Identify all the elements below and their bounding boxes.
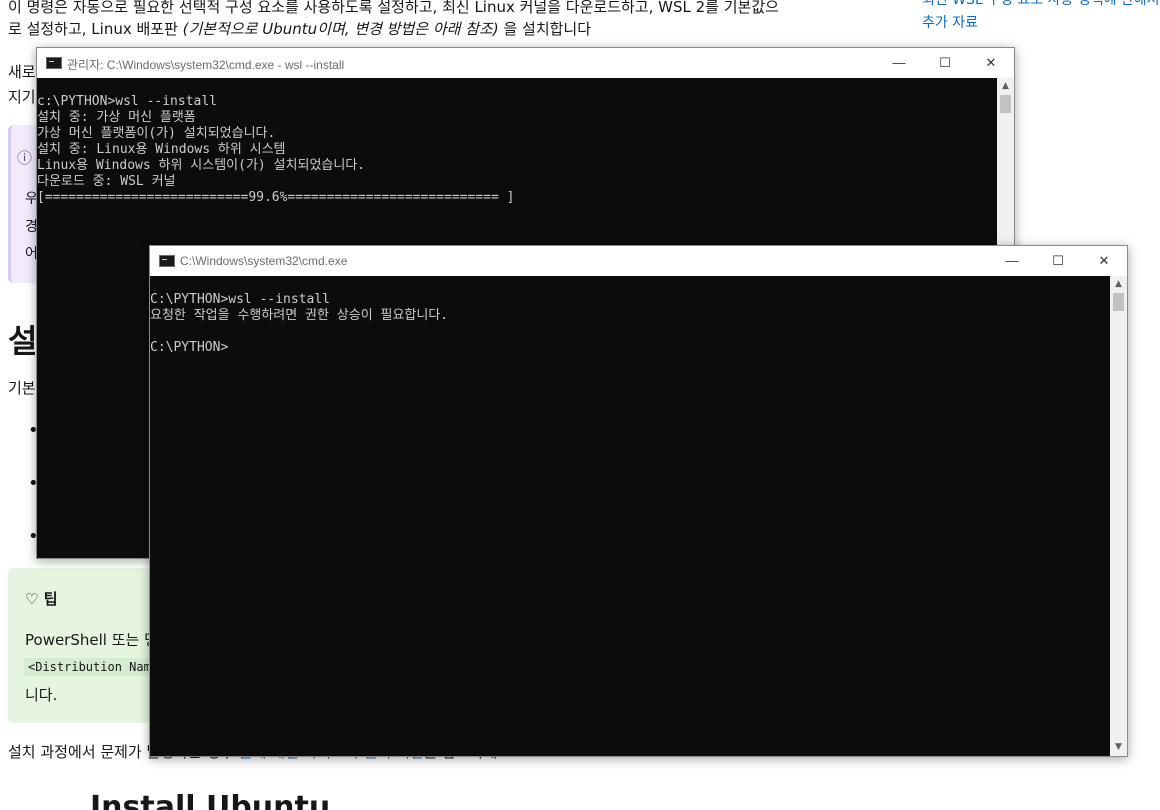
lightbulb-icon: ♡ bbox=[25, 590, 39, 608]
scroll-up-arrow-icon[interactable]: ▲ bbox=[1110, 276, 1127, 293]
doc-text-segment: 을 설치합니다 bbox=[498, 20, 592, 38]
console-prompt: C:\PYTHON> bbox=[150, 340, 229, 355]
console-line: c:\PYTHON>wsl --install bbox=[37, 94, 218, 109]
tip-title-label: 팁 bbox=[43, 590, 58, 608]
window-title: 관리자: C:\Windows\system32\cmd.exe - wsl -… bbox=[67, 58, 345, 72]
doc-paragraph-line-1: 이 명령은 자동으로 필요한 선택적 구성 요소를 사용하도록 설정하고, 최신… bbox=[8, 0, 779, 16]
maximize-button[interactable]: ☐ bbox=[922, 48, 968, 78]
window-title: C:\Windows\system32\cmd.exe bbox=[180, 254, 348, 268]
close-button[interactable]: ✕ bbox=[1081, 246, 1127, 276]
maximize-button[interactable]: ☐ bbox=[1035, 246, 1081, 276]
console-line: 다운로드 중: WSL 커널 bbox=[37, 174, 176, 189]
section-heading-install-ubuntu: Install Ubuntu bbox=[90, 790, 331, 810]
console-line: Linux용 Windows 하위 시스템이(가) 설치되었습니다. bbox=[37, 158, 366, 173]
tip-text-line: 니다. bbox=[25, 686, 58, 704]
doc-paragraph-fragment: 새로 bbox=[8, 63, 36, 81]
tip-inline-code: <Distribution Nam bbox=[24, 658, 155, 676]
window-title-bar[interactable]: C:\Windows\system32\cmd.exe — ☐ ✕ bbox=[150, 246, 1127, 276]
info-circle-icon: ⓘ bbox=[17, 149, 33, 167]
section-heading-fragment: 설 bbox=[8, 322, 38, 360]
doc-paragraph-fragment: 기본 bbox=[8, 379, 36, 397]
side-nav-link-resources[interactable]: 추가 자료 bbox=[922, 12, 978, 32]
tip-title: ♡ 팁 bbox=[25, 588, 58, 609]
window-title-bar[interactable]: 관리자: C:\Windows\system32\cmd.exe - wsl -… bbox=[37, 48, 1014, 78]
side-nav-link-policy[interactable]: 최신 WSL 구성 요소 사용 정책에 관해서 bbox=[922, 0, 1160, 9]
cmd-app-icon bbox=[46, 57, 62, 69]
console-line: 설치 중: 가상 머신 플랫폼 bbox=[37, 110, 196, 125]
minimize-button[interactable]: — bbox=[876, 48, 922, 78]
scroll-down-arrow-icon[interactable]: ▼ bbox=[1110, 739, 1127, 756]
doc-paragraph-line-2: 로 설정하고, Linux 배포판 (기본적으로 Ubuntu이며, 변경 방법… bbox=[8, 18, 591, 40]
doc-text-segment: 로 설정하고, Linux 배포판 bbox=[8, 20, 183, 38]
doc-paragraph-fragment: 지기 bbox=[8, 88, 36, 106]
close-button[interactable]: ✕ bbox=[968, 48, 1014, 78]
tip-text-line: PowerShell 또는 명 bbox=[25, 631, 158, 649]
scrollbar-thumb[interactable] bbox=[1113, 293, 1124, 311]
console-line: 요청한 작업을 수행하려면 권한 상승이 필요합니다. bbox=[150, 308, 449, 323]
console-output[interactable]: C:\PYTHON>wsl --install 요청한 작업을 수행하려면 권한… bbox=[150, 276, 1110, 756]
scrollbar-thumb[interactable] bbox=[1000, 95, 1011, 113]
scroll-up-arrow-icon[interactable]: ▲ bbox=[997, 78, 1014, 95]
console-line: C:\PYTHON>wsl --install bbox=[150, 292, 331, 307]
console-line: 설치 중: Linux용 Windows 하위 시스템 bbox=[37, 142, 286, 157]
progress-bar-line: [==========================99.6%========… bbox=[37, 190, 515, 205]
minimize-button[interactable]: — bbox=[989, 246, 1035, 276]
vertical-scrollbar[interactable]: ▲ ▼ bbox=[1110, 276, 1127, 756]
console-line: 가상 머신 플랫폼이(가) 설치되었습니다. bbox=[37, 126, 276, 141]
cmd-window-user[interactable]: C:\Windows\system32\cmd.exe — ☐ ✕ C:\PYT… bbox=[149, 245, 1128, 757]
cmd-app-icon bbox=[159, 255, 175, 267]
doc-italic-note: (기본적으로 Ubuntu이며, 변경 방법은 아래 참조) bbox=[182, 20, 499, 38]
